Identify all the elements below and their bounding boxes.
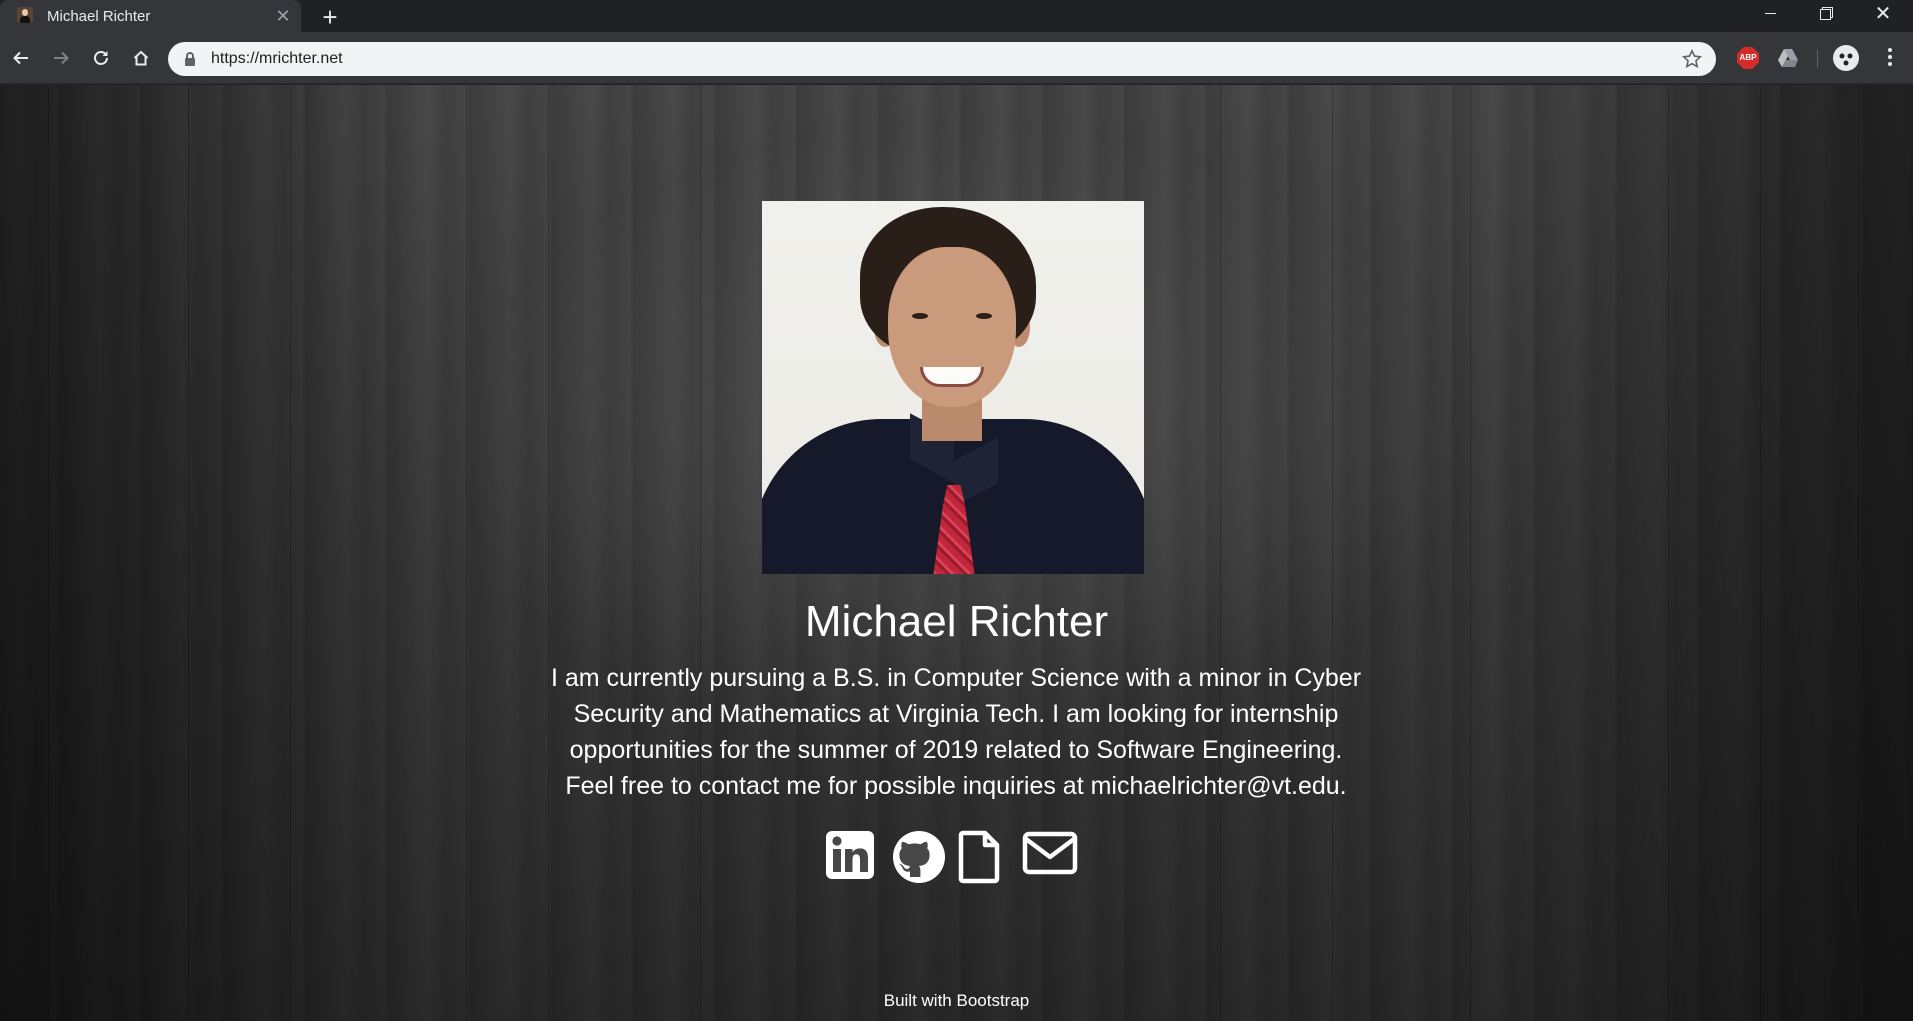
profile-photo <box>762 201 1144 574</box>
more-menu-icon[interactable] <box>1878 46 1902 70</box>
home-icon <box>133 50 149 66</box>
tab-michael-richter[interactable]: Michael Richter ✕ <box>0 0 301 32</box>
bio-line: Security and Mathematics at Virginia Tec… <box>573 700 1339 728</box>
file-icon[interactable] <box>958 830 1012 884</box>
wood-grain-line <box>290 85 291 1021</box>
toolbar-divider <box>1817 50 1818 68</box>
wood-grain-line <box>1668 85 1669 1021</box>
arrow-right-icon <box>54 51 69 65</box>
arrow-left-icon <box>13 51 28 65</box>
bio-line: I am currently pursuing a B.S. in Comput… <box>550 664 1362 692</box>
minimize-button[interactable] <box>1742 0 1798 30</box>
footer-text: Built with Bootstrap <box>883 991 1030 1010</box>
home-button[interactable] <box>124 41 158 75</box>
bio-line: Feel free to contact me for possible inq… <box>565 772 1347 800</box>
window-close-button[interactable]: ✕ <box>1855 0 1911 30</box>
address-bar[interactable]: https://mrichter.net <box>168 42 1716 76</box>
wood-grain-line <box>48 85 49 1021</box>
favicon-icon <box>17 7 33 23</box>
bio-line: opportunities for the summer of 2019 rel… <box>569 736 1343 764</box>
new-tab-button[interactable]: + <box>316 3 344 31</box>
back-button[interactable] <box>4 41 38 75</box>
wood-grain-line <box>1220 85 1221 1021</box>
github-icon[interactable] <box>892 830 946 884</box>
adblock-plus-icon[interactable]: ABP <box>1736 46 1760 70</box>
wood-grain-line <box>466 85 467 1021</box>
envelope-icon[interactable] <box>1022 830 1078 884</box>
tab-strip: Michael Richter ✕ + ✕ <box>0 0 1913 32</box>
browser-toolbar: https://mrichter.net ABP <box>0 32 1913 84</box>
forward-button[interactable] <box>44 41 78 75</box>
bio-text: I am currently pursuing a B.S. in Comput… <box>506 660 1406 804</box>
reload-icon <box>94 51 108 65</box>
adblock-plus-label: ABP <box>1737 47 1759 69</box>
wood-grain-line <box>188 85 189 1021</box>
wood-grain-line <box>1470 85 1471 1021</box>
page-viewport: Michael Richter I am currently pursuing … <box>0 85 1913 1021</box>
profile-name: Michael Richter <box>804 597 1109 646</box>
wood-grain-line <box>548 85 549 1021</box>
wood-grain-line <box>700 85 701 1021</box>
restore-button[interactable] <box>1798 0 1854 30</box>
profile-avatar-icon[interactable] <box>1833 45 1859 71</box>
google-drive-icon[interactable] <box>1776 46 1800 70</box>
wood-grain-line <box>1858 85 1859 1021</box>
reload-button[interactable] <box>84 41 118 75</box>
url-text: https://mrichter.net <box>211 50 343 67</box>
wood-grain-line <box>1332 85 1333 1021</box>
tab-title: Michael Richter <box>47 8 151 25</box>
lock-icon <box>185 52 195 66</box>
bookmark-star-icon[interactable] <box>1682 49 1702 69</box>
wood-grain-line <box>1760 85 1761 1021</box>
tab-close-icon[interactable]: ✕ <box>272 5 294 27</box>
linkedin-icon[interactable] <box>825 830 879 884</box>
